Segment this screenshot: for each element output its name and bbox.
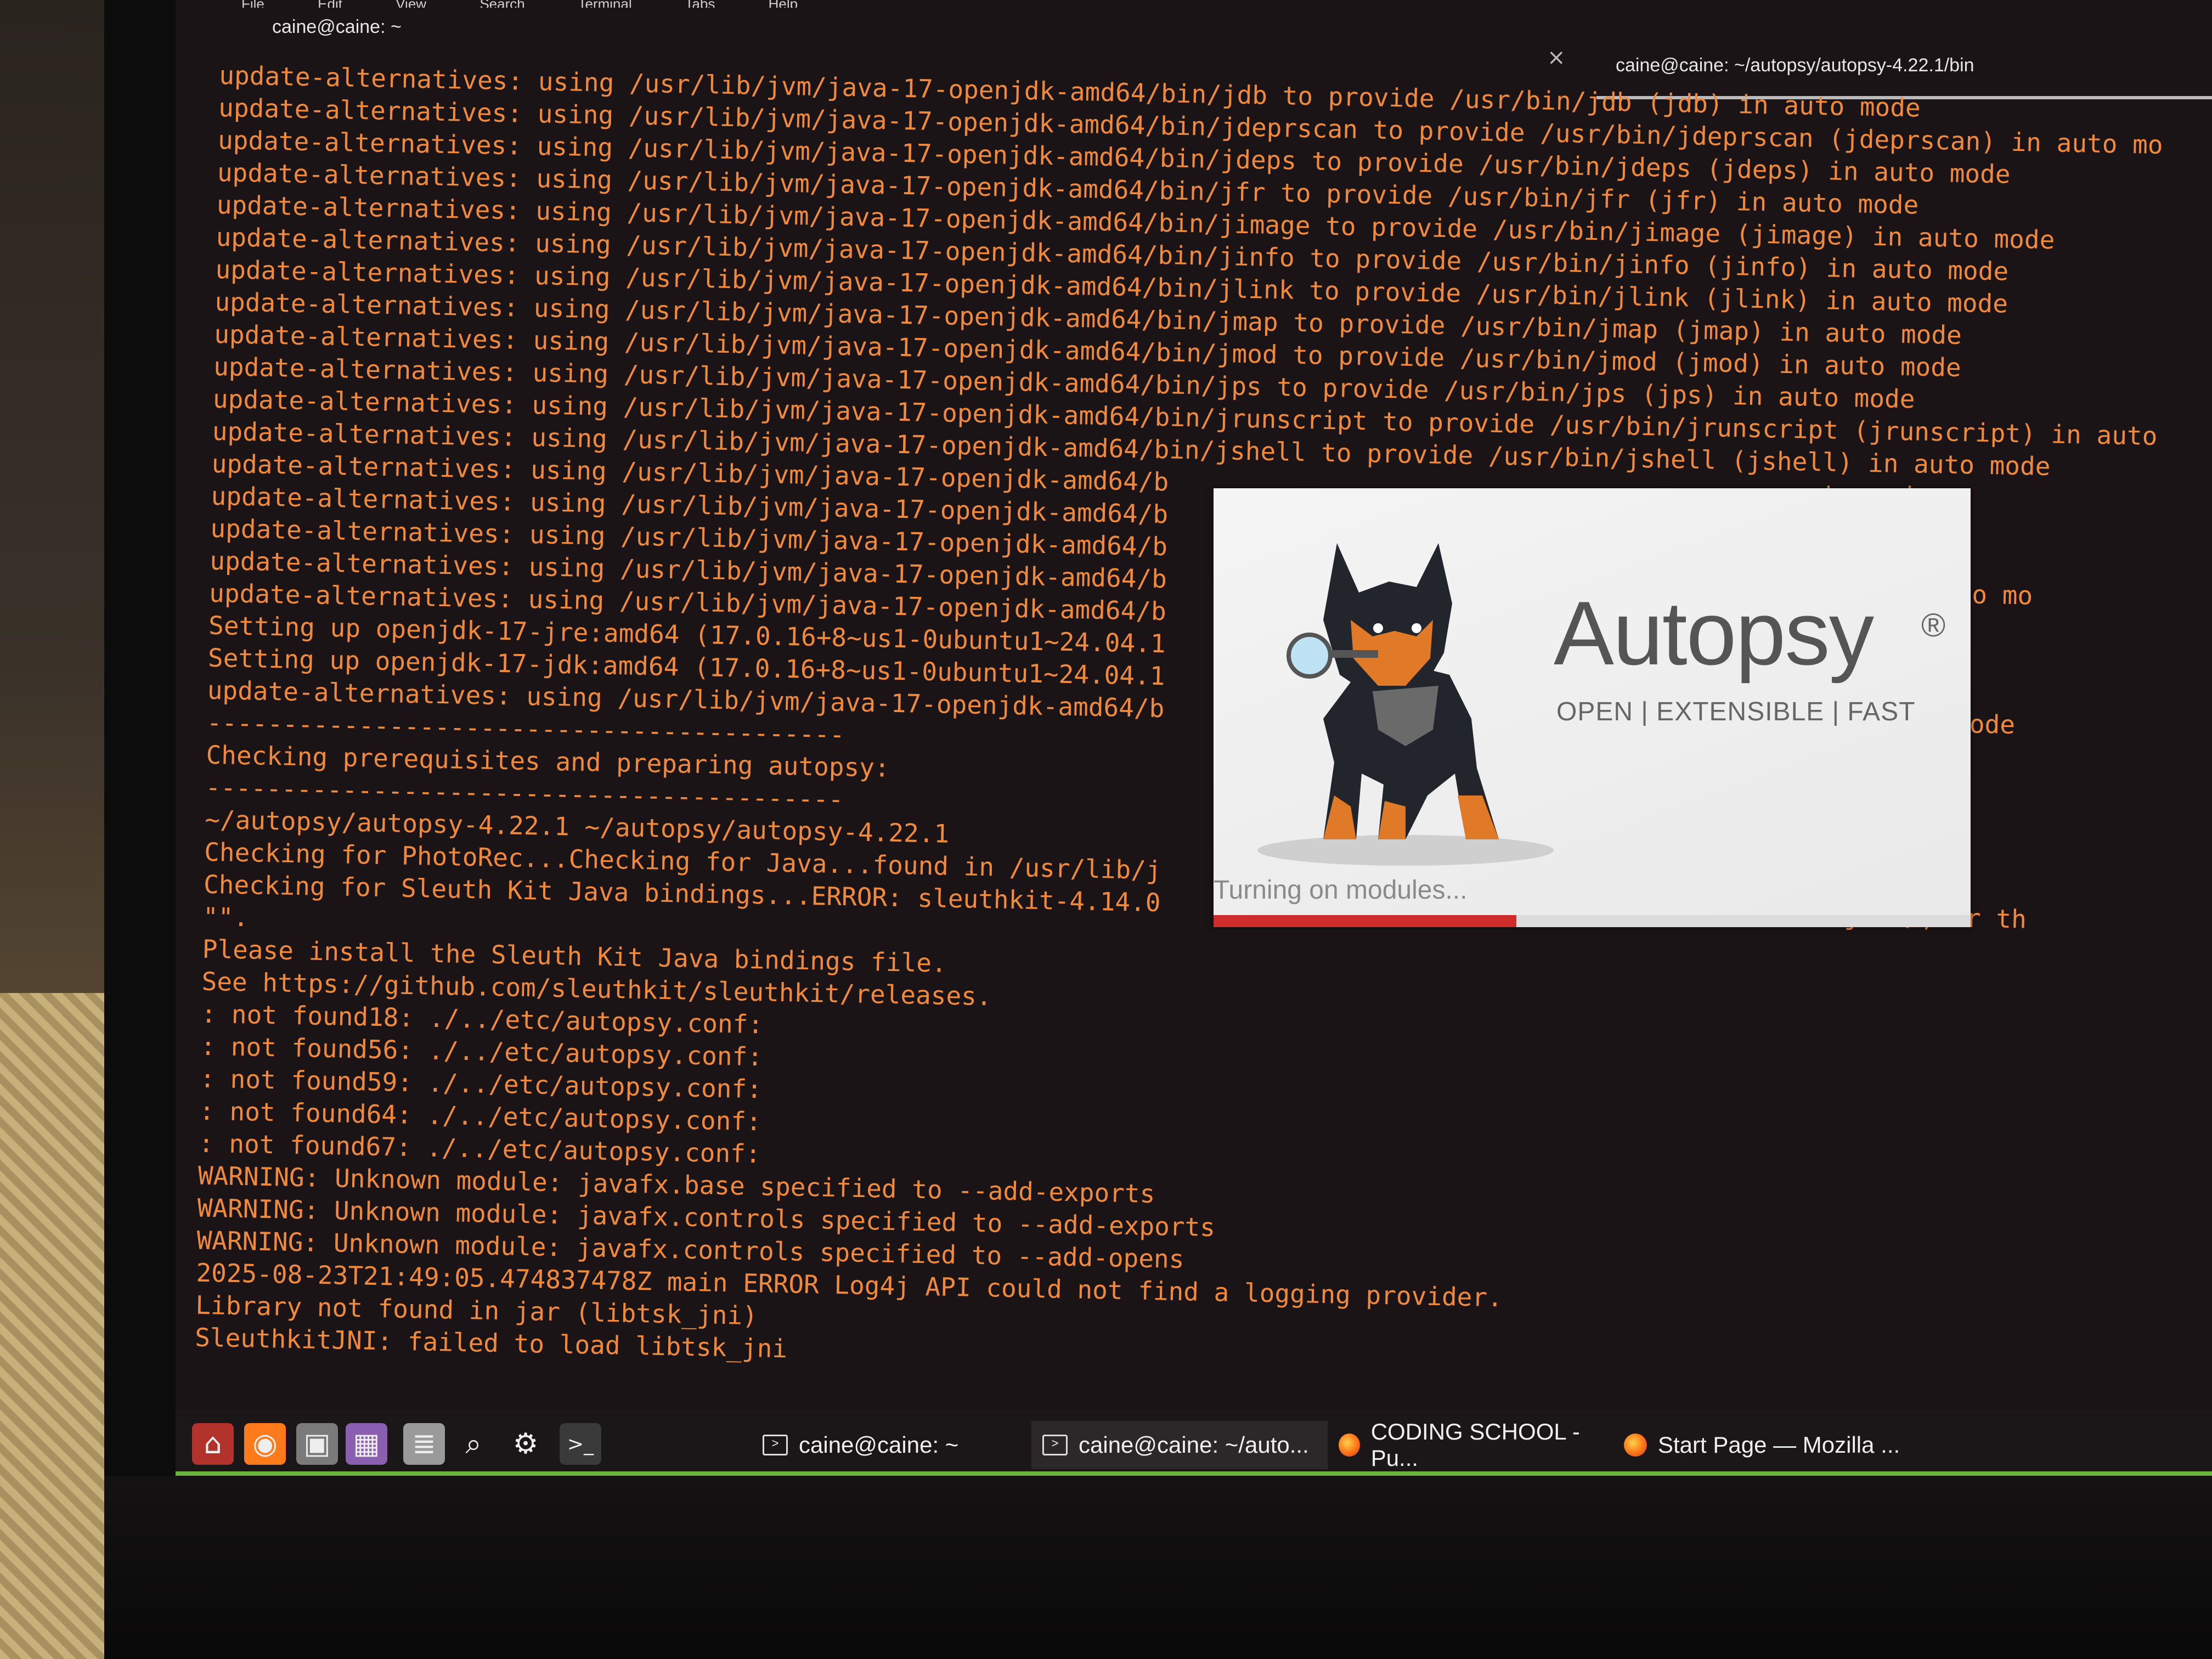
- tab-title[interactable]: caine@caine: ~/autopsy/autopsy-4.22.1/bi…: [1616, 55, 1974, 76]
- splash-status-text: Turning on modules...: [1214, 876, 1468, 905]
- terminal-icon[interactable]: >_: [560, 1423, 601, 1465]
- camera-icon[interactable]: ▣: [296, 1423, 338, 1465]
- laptop-bottom-bezel: [104, 1476, 2212, 1659]
- task-label: CODING SCHOOL - Pu...: [1370, 1419, 1580, 1471]
- task-browser-coding-school[interactable]: CODING SCHOOL - Pu...: [1333, 1419, 1613, 1471]
- menu-help[interactable]: Help: [769, 0, 798, 8]
- autopsy-dog-logo-icon: [1257, 543, 1554, 866]
- menu-tabs[interactable]: Tabs: [685, 0, 715, 8]
- close-icon[interactable]: ×: [1547, 45, 1566, 70]
- taskbar-accent-line: [176, 1471, 2212, 1476]
- splash-progress-bar: [1214, 915, 1971, 927]
- menu-terminal[interactable]: Terminal: [578, 0, 631, 8]
- task-terminal-autopsy[interactable]: > caine@caine: ~/auto...: [1031, 1421, 1328, 1469]
- screen: File Edit View Search Terminal Tabs Help…: [176, 0, 2212, 1476]
- menu-search[interactable]: Search: [479, 0, 524, 8]
- autopsy-tagline: OPEN | EXTENSIBLE | FAST: [1556, 697, 1916, 726]
- search-icon[interactable]: ⌕: [453, 1423, 494, 1465]
- menu-view[interactable]: View: [396, 0, 426, 8]
- background-blanket: [0, 993, 110, 1659]
- terminal-menubar: File Edit View Search Terminal Tabs Help: [241, 0, 1119, 8]
- registered-mark: ®: [1921, 607, 1946, 644]
- settings-icon[interactable]: ⚙: [505, 1423, 546, 1465]
- terminal-icon: >: [1042, 1435, 1068, 1455]
- firefox-icon: [1624, 1434, 1647, 1457]
- text-editor-icon[interactable]: ≣: [403, 1423, 445, 1465]
- task-terminal-home[interactable]: > caine@caine: ~: [757, 1421, 1004, 1469]
- splash-progress-fill: [1214, 915, 1516, 927]
- task-label: caine@caine: ~/auto...: [1079, 1432, 1309, 1458]
- autopsy-splash: Autopsy ® OPEN | EXTENSIBLE | FAST Turni…: [1214, 488, 1971, 927]
- menu-icon[interactable]: ⌂: [192, 1423, 234, 1465]
- firefox-icon[interactable]: ◉: [244, 1423, 286, 1465]
- task-label: Start Page — Mozilla ...: [1658, 1432, 1900, 1458]
- firefox-icon: [1339, 1434, 1360, 1457]
- autopsy-brand-name: Autopsy: [1554, 583, 1874, 684]
- menu-edit[interactable]: Edit: [318, 0, 342, 8]
- task-browser-start-page[interactable]: Start Page — Mozilla ...: [1618, 1421, 1909, 1469]
- window-title: caine@caine: ~: [272, 16, 402, 37]
- workspace-icon[interactable]: ▦: [346, 1423, 387, 1465]
- menu-file[interactable]: File: [241, 0, 264, 8]
- terminal-icon: >: [763, 1435, 788, 1455]
- taskbar: ⌂ ◉ ▣ ▦ ≣ ⌕ ⚙ >_ > caine@caine: ~ > caine@caine…: [176, 1410, 2212, 1476]
- task-label: caine@caine: ~: [799, 1432, 959, 1458]
